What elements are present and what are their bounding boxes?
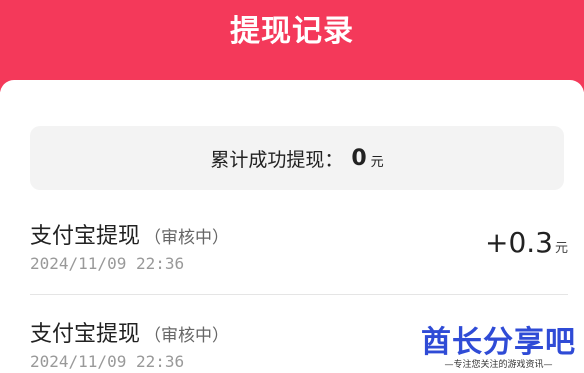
watermark-logo: 酋长分享吧 —专注您关注的游戏资讯—	[421, 327, 576, 371]
summary-unit: 元	[370, 154, 384, 170]
watermark-subtitle: —专注您关注的游戏资讯—	[444, 360, 553, 370]
total-withdrawn-summary: 累计成功提现： 0 元	[30, 126, 564, 190]
summary-label: 累计成功提现：	[210, 148, 344, 171]
record-title: 支付宝提现	[30, 224, 141, 249]
record-divider	[30, 294, 568, 295]
page-title: 提现记录	[230, 14, 354, 49]
record-amount-unit: 元	[554, 241, 568, 256]
record-time: 2024/11/09 22:36	[30, 352, 185, 371]
watermark-title: 酋长分享吧	[421, 325, 576, 360]
page-header: 提现记录	[0, 0, 584, 92]
record-amount: +0.3	[484, 226, 553, 259]
record-status: （审核中）	[144, 326, 230, 346]
record-title: 支付宝提现	[30, 322, 141, 347]
record-time: 2024/11/09 22:36	[30, 254, 185, 273]
summary-amount: 0	[351, 145, 367, 171]
record-status: （审核中）	[144, 228, 230, 248]
